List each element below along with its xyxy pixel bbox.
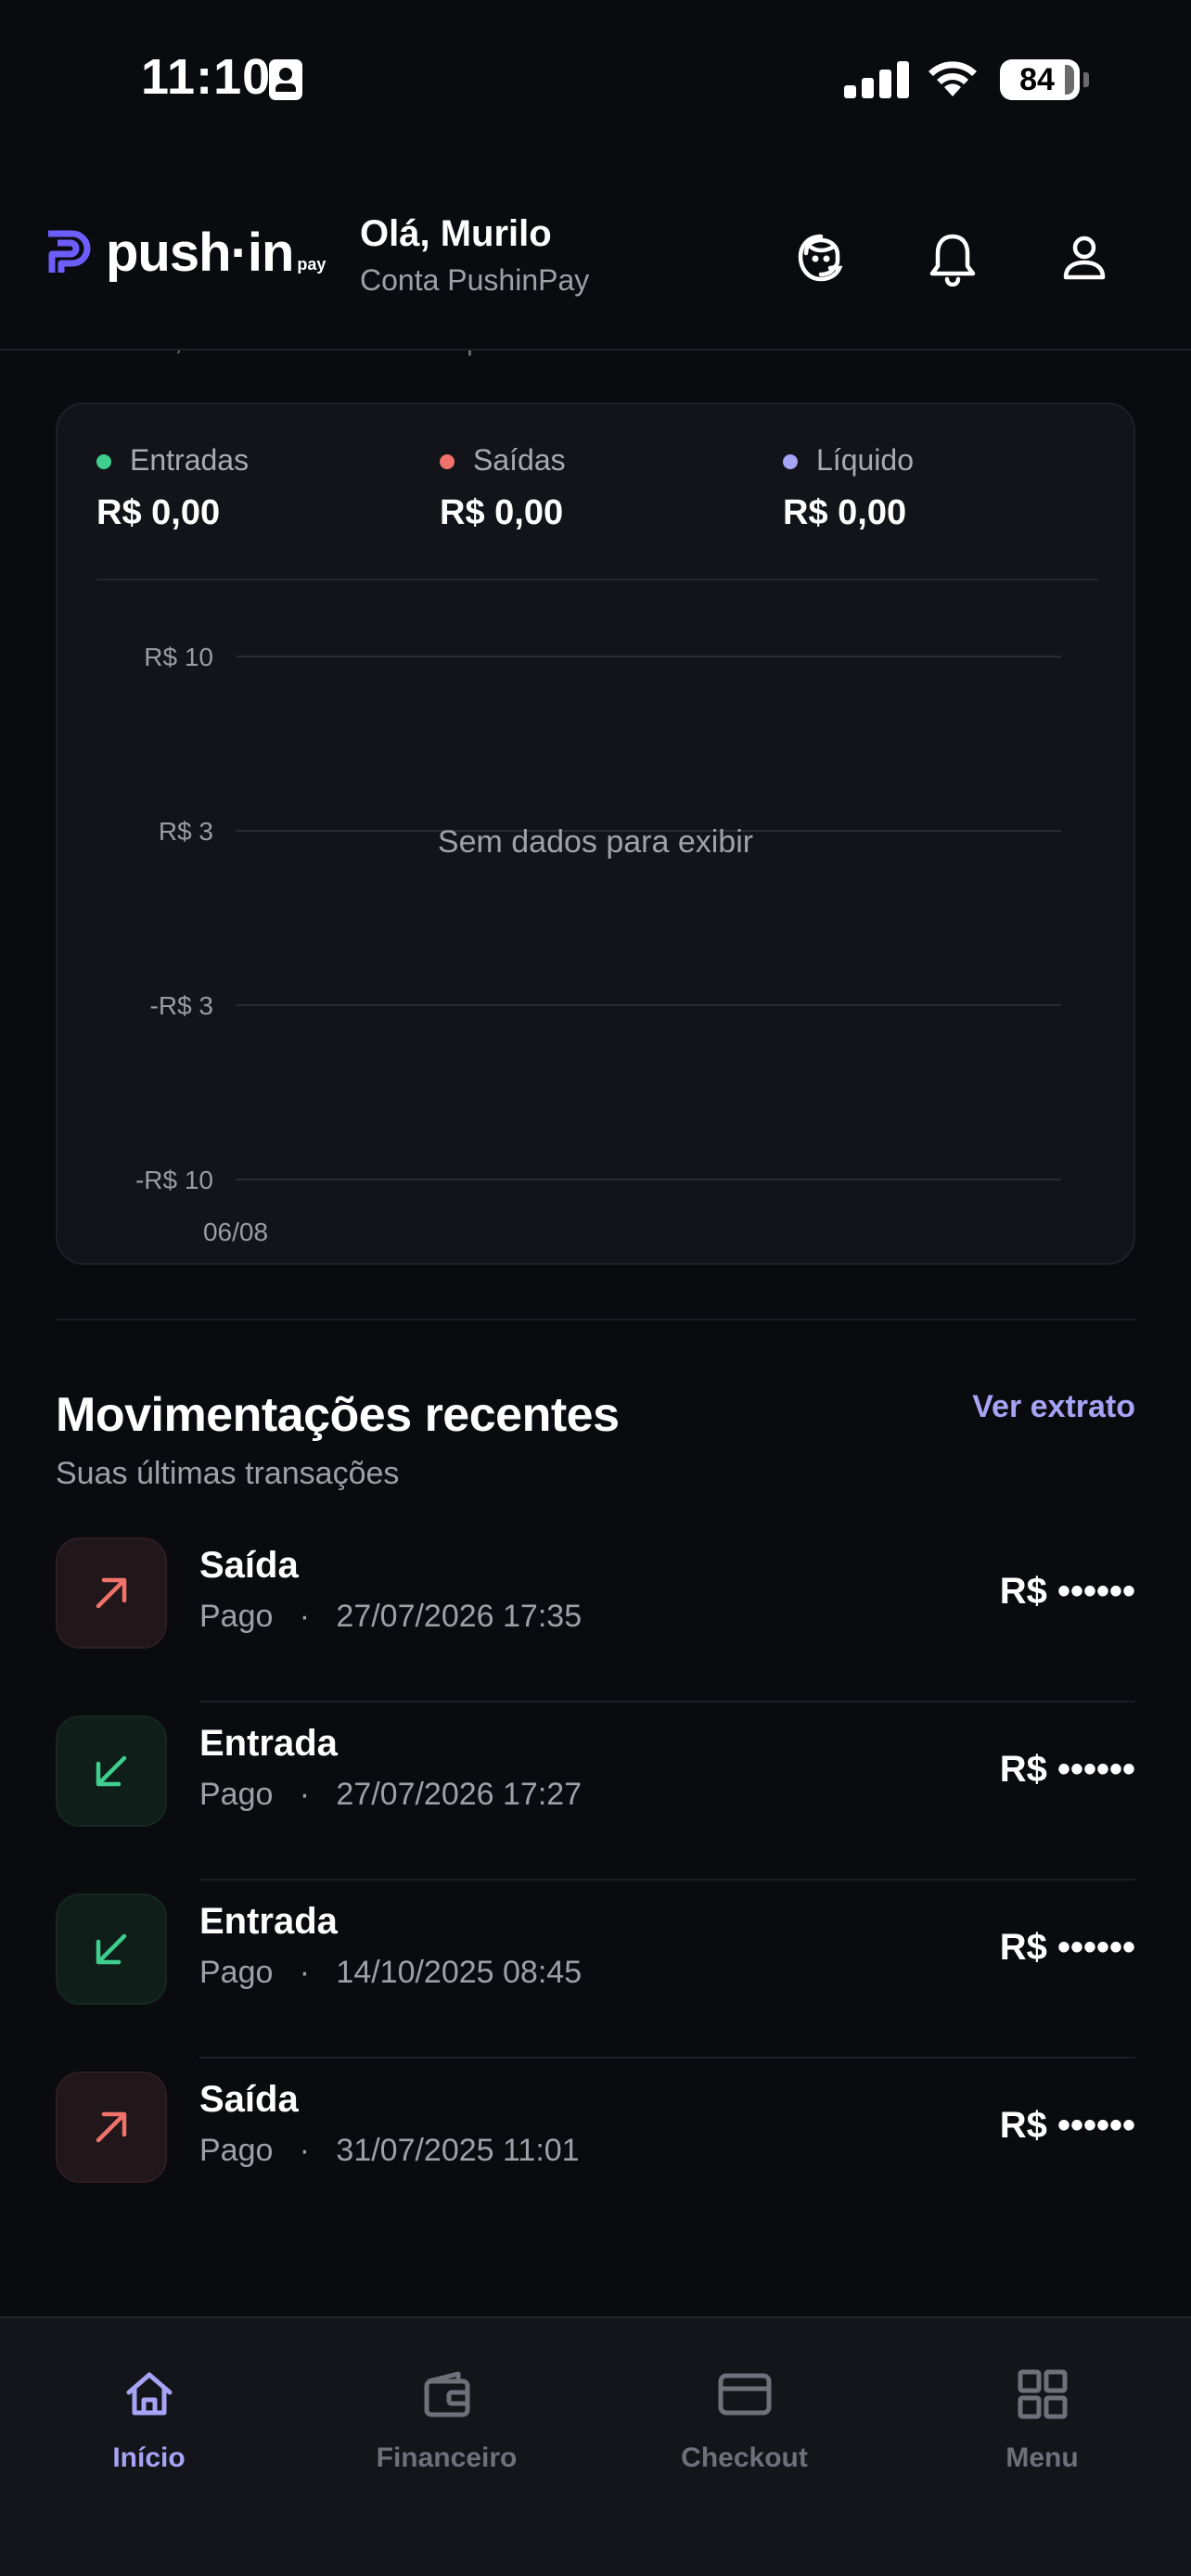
x-tick-label: 06/08 xyxy=(203,1218,268,1246)
cashflow-chart: R$ 10 R$ 3 -R$ 3 -R$ 10 06/08 Sem dados par… xyxy=(135,643,1061,1246)
transaction-status: Pago xyxy=(199,1599,274,1634)
legend-value: R$ 0,00 xyxy=(783,493,907,532)
transaction-meta: Pago · 27/07/2026 17:35 xyxy=(199,1599,583,1634)
transaction-amount: R$ •••••• xyxy=(999,2105,1135,2146)
transaction-type: Entrada xyxy=(199,1901,338,1942)
card-divider xyxy=(96,579,1098,580)
profile-icon xyxy=(1063,236,1106,280)
chart-legend: Entradas R$ 0,00 Saídas R$ 0,00 Líquido … xyxy=(96,440,1098,551)
greeting: Olá, Murilo xyxy=(360,213,552,254)
transaction-meta: Pago · 14/10/2025 08:45 xyxy=(199,1955,583,1990)
y-tick-label: R$ 3 xyxy=(159,817,213,846)
transaction-datetime: 14/10/2025 08:45 xyxy=(336,1955,583,1990)
wallet-icon xyxy=(424,2371,469,2417)
transaction-row[interactable]: Entrada Pago · 14/10/2025 08:45 R$ •••••… xyxy=(56,1881,1135,2059)
legend-label: Saídas xyxy=(473,443,566,477)
logo-text: push·in xyxy=(106,223,294,283)
transaction-meta: Pago · 31/07/2025 11:01 xyxy=(199,2133,580,2168)
account-name: Conta PushinPay xyxy=(360,263,590,297)
incoming-arrow-icon xyxy=(56,1715,167,1827)
transaction-amount: R$ •••••• xyxy=(999,1571,1135,1612)
transaction-amount: R$ •••••• xyxy=(999,1749,1135,1790)
transaction-row[interactable]: Saída Pago · 31/07/2025 11:01 R$ •••••• xyxy=(56,2059,1135,2237)
pushinpay-logo: push·in pay xyxy=(41,221,326,280)
transaction-type: Entrada xyxy=(199,1723,338,1764)
outgoing-arrow-icon xyxy=(56,1537,167,1649)
y-tick-label: -R$ 10 xyxy=(135,1166,213,1194)
notifications-button[interactable] xyxy=(920,226,985,291)
logo-suffix: pay xyxy=(297,255,327,274)
home-icon xyxy=(126,2372,172,2416)
nav-label: Financeiro xyxy=(376,2442,518,2473)
transaction-status: Pago xyxy=(199,1955,274,1990)
section-divider xyxy=(56,1319,1135,1320)
battery-icon: 84 xyxy=(1000,59,1080,100)
chart-empty-message: Sem dados para exibir xyxy=(438,824,753,860)
nav-financeiro[interactable]: Financeiro xyxy=(298,2365,596,2474)
legend-value: R$ 0,00 xyxy=(440,493,564,532)
nav-inicio[interactable]: Início xyxy=(0,2365,298,2474)
battery-level: 84 xyxy=(1019,62,1055,97)
transaction-type: Saída xyxy=(199,2079,299,2120)
logo-mark-icon xyxy=(48,230,91,273)
transaction-status: Pago xyxy=(199,2133,274,2168)
incoming-arrow-icon xyxy=(56,1894,167,2005)
bottom-navigation: Início Financeiro Checkout Menu xyxy=(0,2316,1191,2576)
movements-subtitle: Suas últimas transações xyxy=(56,1456,400,1491)
app-header: push·in pay Olá, Murilo Conta PushinPay xyxy=(0,185,1191,351)
summary-card: Entradas R$ 0,00 Saídas R$ 0,00 Líquido … xyxy=(56,402,1135,1265)
status-time: 11:10 xyxy=(141,49,272,105)
nav-menu[interactable]: Menu xyxy=(893,2365,1191,2474)
support-icon xyxy=(798,234,843,282)
grid-icon xyxy=(1018,2369,1067,2419)
nav-label: Checkout xyxy=(681,2442,808,2473)
nav-checkout[interactable]: Checkout xyxy=(596,2365,893,2474)
legend-label: Entradas xyxy=(130,443,250,477)
legend-dot-liquido xyxy=(783,454,798,469)
transaction-type: Saída xyxy=(199,1545,299,1586)
legend-dot-saidas xyxy=(440,454,455,469)
transaction-datetime: 27/07/2026 17:35 xyxy=(336,1599,583,1634)
transaction-datetime: 31/07/2025 11:01 xyxy=(336,2133,580,2168)
profile-button[interactable] xyxy=(1052,226,1117,291)
status-bar: 11:10 84 xyxy=(0,0,1191,158)
transaction-amount: R$ •••••• xyxy=(999,1927,1135,1968)
transaction-status: Pago xyxy=(199,1777,274,1812)
legend-dot-entradas xyxy=(96,454,111,469)
contact-card-icon xyxy=(269,59,302,100)
legend-label: Líquido xyxy=(816,443,914,477)
transaction-meta: Pago · 27/07/2026 17:27 xyxy=(199,1777,583,1812)
card-icon xyxy=(718,2373,771,2416)
transaction-row[interactable]: Entrada Pago · 27/07/2026 17:27 R$ •••••… xyxy=(56,1702,1135,1881)
support-button[interactable] xyxy=(788,226,853,291)
y-tick-label: -R$ 3 xyxy=(150,991,213,1020)
transaction-row[interactable]: Saída Pago · 27/07/2026 17:35 R$ •••••• xyxy=(56,1524,1135,1702)
cellular-signal-icon xyxy=(844,57,909,98)
nav-label: Menu xyxy=(1005,2442,1079,2473)
y-tick-label: R$ 10 xyxy=(144,643,213,671)
legend-value: R$ 0,00 xyxy=(96,493,221,532)
outgoing-arrow-icon xyxy=(56,2072,167,2183)
wifi-icon xyxy=(928,61,977,96)
nav-label: Início xyxy=(112,2442,186,2473)
bell-icon xyxy=(929,234,976,287)
transaction-datetime: 27/07/2026 17:27 xyxy=(336,1777,583,1812)
view-statement-link[interactable]: Ver extrato xyxy=(972,1389,1135,1425)
movements-title: Movimentações recentes xyxy=(56,1388,620,1442)
